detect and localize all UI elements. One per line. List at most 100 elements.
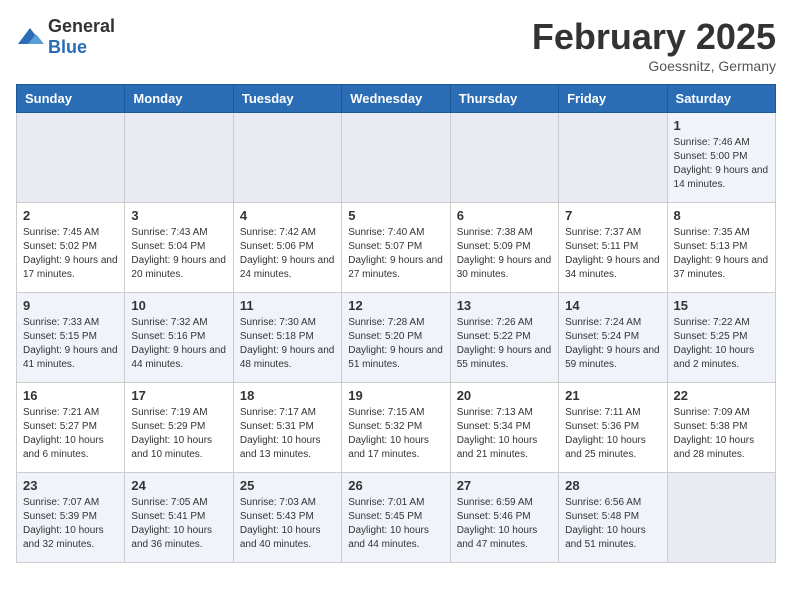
page-header: General Blue February 2025 Goessnitz, Ge… <box>16 16 776 74</box>
calendar-cell: 10 Sunrise: 7:32 AM Sunset: 5:16 PM Dayli… <box>125 293 233 383</box>
day-number: 23 <box>23 478 118 493</box>
calendar-cell: 27 Sunrise: 6:59 AM Sunset: 5:46 PM Dayli… <box>450 473 558 563</box>
day-number: 16 <box>23 388 118 403</box>
calendar-cell: 3 Sunrise: 7:43 AM Sunset: 5:04 PM Daylig… <box>125 203 233 293</box>
calendar-cell: 28 Sunrise: 6:56 AM Sunset: 5:48 PM Dayli… <box>559 473 667 563</box>
calendar-cell: 21Sunrise: 7:11 AM Sunset: 5:36 PM Dayli… <box>559 383 667 473</box>
calendar-cell: 14 Sunrise: 7:24 AM Sunset: 5:24 PM Dayli… <box>559 293 667 383</box>
calendar-cell: 1 Sunrise: 7:46 AM Sunset: 5:00 PM Daylig… <box>667 113 775 203</box>
weekday-header-friday: Friday <box>559 85 667 113</box>
calendar-cell: 12 Sunrise: 7:28 AM Sunset: 5:20 PM Dayli… <box>342 293 450 383</box>
day-number: 1 <box>674 118 769 133</box>
day-number: 28 <box>565 478 660 493</box>
calendar-table: SundayMondayTuesdayWednesdayThursdayFrid… <box>16 84 776 563</box>
calendar-cell: 6 Sunrise: 7:38 AM Sunset: 5:09 PM Daylig… <box>450 203 558 293</box>
day-number: 14 <box>565 298 660 313</box>
weekday-header-monday: Monday <box>125 85 233 113</box>
day-info: Sunrise: 7:26 AM Sunset: 5:22 PM Dayligh… <box>457 316 552 372</box>
calendar-week-row: 16 Sunrise: 7:21 AM Sunset: 5:27 PM Dayli… <box>17 383 776 473</box>
day-info: Sunrise: 7:35 AM Sunset: 5:13 PM Dayligh… <box>674 226 769 282</box>
day-info: Sunrise: 7:38 AM Sunset: 5:09 PM Dayligh… <box>457 226 552 282</box>
day-info: Sunrise: 6:56 AM Sunset: 5:48 PM Dayligh… <box>565 496 660 552</box>
calendar-cell: 2 Sunrise: 7:45 AM Sunset: 5:02 PM Daylig… <box>17 203 125 293</box>
day-info: Sunrise: 6:59 AM Sunset: 5:46 PM Dayligh… <box>457 496 552 552</box>
day-info: Sunrise: 7:33 AM Sunset: 5:15 PM Dayligh… <box>23 316 118 372</box>
calendar-cell: 23 Sunrise: 7:07 AM Sunset: 5:39 PM Dayli… <box>17 473 125 563</box>
day-number: 24 <box>131 478 226 493</box>
day-number: 2 <box>23 208 118 223</box>
calendar-cell: 13 Sunrise: 7:26 AM Sunset: 5:22 PM Dayli… <box>450 293 558 383</box>
location-subtitle: Goessnitz, Germany <box>532 58 776 74</box>
day-number: 22 <box>674 388 769 403</box>
day-number: 27 <box>457 478 552 493</box>
calendar-cell: 18Sunrise: 7:17 AM Sunset: 5:31 PM Dayli… <box>233 383 341 473</box>
day-info: Sunrise: 7:45 AM Sunset: 5:02 PM Dayligh… <box>23 226 118 282</box>
calendar-week-row: 9Sunrise: 7:33 AM Sunset: 5:15 PM Daylig… <box>17 293 776 383</box>
day-number: 4 <box>240 208 335 223</box>
calendar-cell: 4Sunrise: 7:42 AM Sunset: 5:06 PM Daylig… <box>233 203 341 293</box>
day-number: 6 <box>457 208 552 223</box>
weekday-header-tuesday: Tuesday <box>233 85 341 113</box>
calendar-week-row: 23 Sunrise: 7:07 AM Sunset: 5:39 PM Dayli… <box>17 473 776 563</box>
day-info: Sunrise: 7:46 AM Sunset: 5:00 PM Dayligh… <box>674 136 769 192</box>
day-number: 26 <box>348 478 443 493</box>
calendar-cell: 7Sunrise: 7:37 AM Sunset: 5:11 PM Daylig… <box>559 203 667 293</box>
day-info: Sunrise: 7:43 AM Sunset: 5:04 PM Dayligh… <box>131 226 226 282</box>
day-number: 8 <box>674 208 769 223</box>
day-info: Sunrise: 7:21 AM Sunset: 5:27 PM Dayligh… <box>23 406 118 462</box>
calendar-cell <box>125 113 233 203</box>
day-number: 11 <box>240 298 335 313</box>
day-info: Sunrise: 7:09 AM Sunset: 5:38 PM Dayligh… <box>674 406 769 462</box>
day-info: Sunrise: 7:15 AM Sunset: 5:32 PM Dayligh… <box>348 406 443 462</box>
calendar-week-row: 1 Sunrise: 7:46 AM Sunset: 5:00 PM Daylig… <box>17 113 776 203</box>
calendar-cell: 25 Sunrise: 7:03 AM Sunset: 5:43 PM Dayli… <box>233 473 341 563</box>
weekday-header-thursday: Thursday <box>450 85 558 113</box>
day-number: 10 <box>131 298 226 313</box>
day-info: Sunrise: 7:22 AM Sunset: 5:25 PM Dayligh… <box>674 316 769 372</box>
day-info: Sunrise: 7:19 AM Sunset: 5:29 PM Dayligh… <box>131 406 226 462</box>
day-info: Sunrise: 7:11 AM Sunset: 5:36 PM Dayligh… <box>565 406 660 462</box>
calendar-cell <box>667 473 775 563</box>
day-number: 19 <box>348 388 443 403</box>
calendar-cell: 8 Sunrise: 7:35 AM Sunset: 5:13 PM Daylig… <box>667 203 775 293</box>
day-number: 25 <box>240 478 335 493</box>
calendar-cell: 9Sunrise: 7:33 AM Sunset: 5:15 PM Daylig… <box>17 293 125 383</box>
calendar-cell: 5 Sunrise: 7:40 AM Sunset: 5:07 PM Daylig… <box>342 203 450 293</box>
weekday-header-sunday: Sunday <box>17 85 125 113</box>
day-info: Sunrise: 7:30 AM Sunset: 5:18 PM Dayligh… <box>240 316 335 372</box>
calendar-cell <box>559 113 667 203</box>
weekday-header-row: SundayMondayTuesdayWednesdayThursdayFrid… <box>17 85 776 113</box>
day-number: 18 <box>240 388 335 403</box>
weekday-header-saturday: Saturday <box>667 85 775 113</box>
day-info: Sunrise: 7:07 AM Sunset: 5:39 PM Dayligh… <box>23 496 118 552</box>
day-info: Sunrise: 7:32 AM Sunset: 5:16 PM Dayligh… <box>131 316 226 372</box>
day-info: Sunrise: 7:01 AM Sunset: 5:45 PM Dayligh… <box>348 496 443 552</box>
calendar-cell: 16 Sunrise: 7:21 AM Sunset: 5:27 PM Dayli… <box>17 383 125 473</box>
day-info: Sunrise: 7:24 AM Sunset: 5:24 PM Dayligh… <box>565 316 660 372</box>
weekday-header-wednesday: Wednesday <box>342 85 450 113</box>
day-number: 5 <box>348 208 443 223</box>
day-number: 17 <box>131 388 226 403</box>
calendar-cell: 20Sunrise: 7:13 AM Sunset: 5:34 PM Dayli… <box>450 383 558 473</box>
logo-general: General <box>48 16 115 36</box>
calendar-cell: 11 Sunrise: 7:30 AM Sunset: 5:18 PM Dayli… <box>233 293 341 383</box>
month-title: February 2025 <box>532 16 776 58</box>
day-info: Sunrise: 7:03 AM Sunset: 5:43 PM Dayligh… <box>240 496 335 552</box>
calendar-cell <box>450 113 558 203</box>
logo-blue: Blue <box>48 37 87 57</box>
calendar-cell: 22 Sunrise: 7:09 AM Sunset: 5:38 PM Dayli… <box>667 383 775 473</box>
day-info: Sunrise: 7:40 AM Sunset: 5:07 PM Dayligh… <box>348 226 443 282</box>
day-info: Sunrise: 7:05 AM Sunset: 5:41 PM Dayligh… <box>131 496 226 552</box>
day-number: 12 <box>348 298 443 313</box>
calendar-week-row: 2 Sunrise: 7:45 AM Sunset: 5:02 PM Daylig… <box>17 203 776 293</box>
logo-icon <box>16 26 44 48</box>
day-number: 3 <box>131 208 226 223</box>
calendar-cell <box>342 113 450 203</box>
day-info: Sunrise: 7:28 AM Sunset: 5:20 PM Dayligh… <box>348 316 443 372</box>
calendar-cell <box>233 113 341 203</box>
title-block: February 2025 Goessnitz, Germany <box>532 16 776 74</box>
day-info: Sunrise: 7:37 AM Sunset: 5:11 PM Dayligh… <box>565 226 660 282</box>
day-number: 13 <box>457 298 552 313</box>
calendar-cell: 24 Sunrise: 7:05 AM Sunset: 5:41 PM Dayli… <box>125 473 233 563</box>
calendar-cell: 17 Sunrise: 7:19 AM Sunset: 5:29 PM Dayli… <box>125 383 233 473</box>
